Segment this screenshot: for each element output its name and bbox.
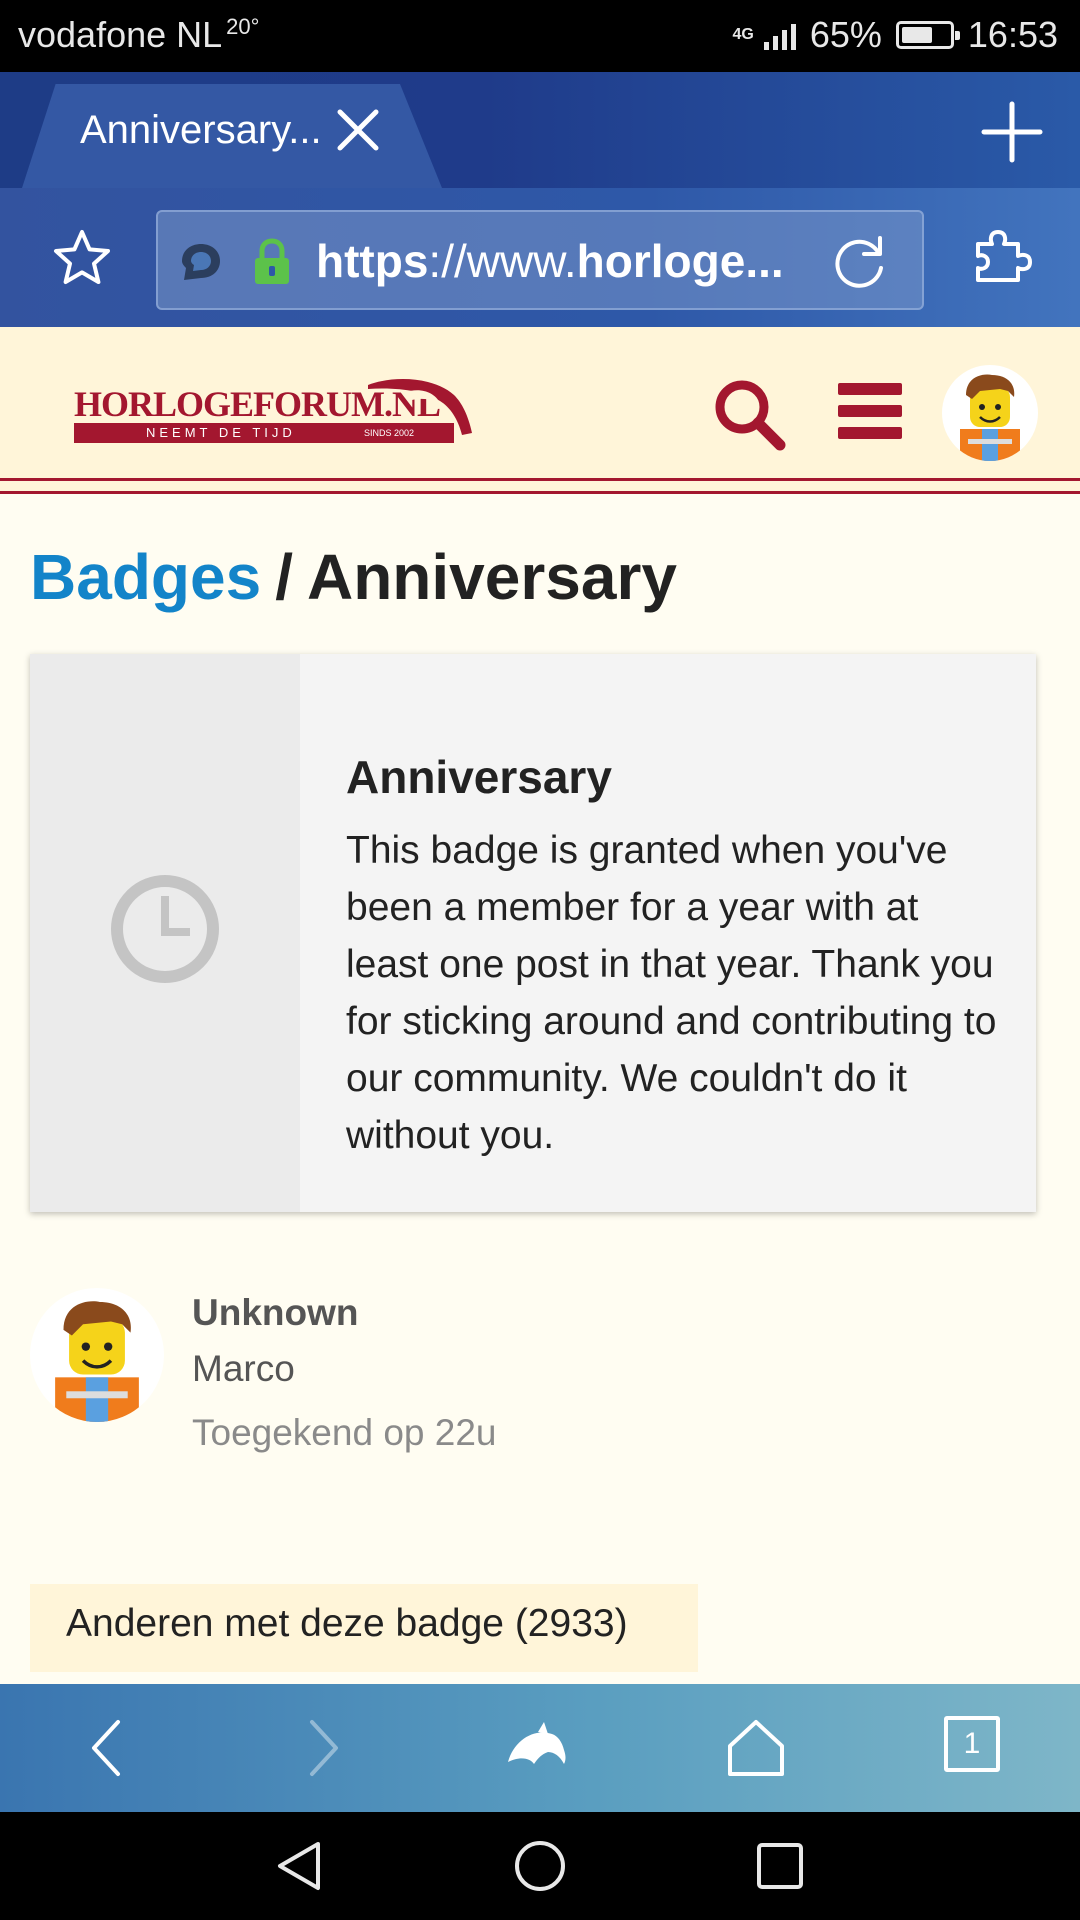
avatar[interactable] (30, 1288, 164, 1422)
nav-home-icon[interactable] (512, 1838, 568, 1894)
hamburger-menu-icon[interactable] (838, 383, 902, 439)
site-chat-icon (182, 244, 220, 280)
clock-time: 16:53 (967, 14, 1058, 55)
user-name-link[interactable]: Marco (192, 1348, 295, 1390)
network-type: 4G (732, 26, 754, 43)
home-icon[interactable] (724, 1716, 788, 1780)
url-scheme: https (316, 235, 429, 287)
bookmark-star-icon[interactable] (50, 226, 114, 290)
lego-avatar-icon (55, 1301, 139, 1422)
lock-icon (255, 238, 289, 284)
new-tab-icon[interactable] (980, 100, 1044, 164)
url-rest: ://www. (428, 235, 577, 287)
url-host: horloge... (576, 235, 784, 287)
carrier-label: vodafone NL 20° (18, 14, 259, 56)
breadcrumb-badges-link[interactable]: Badges (30, 541, 261, 613)
battery-icon (895, 21, 960, 49)
badge-user-entry: Unknown Marco Toegekend op 22u (30, 1284, 1030, 1464)
tab-title[interactable]: Anniversary... (80, 108, 322, 153)
back-icon[interactable] (76, 1716, 140, 1780)
browser-chrome: Anniversary... https://www.horloge... (0, 72, 1080, 327)
logo-tagline: NEEMT DE TIJD (146, 425, 296, 440)
badge-name: Anniversary (346, 751, 612, 803)
tab-switcher-button[interactable]: 1 (944, 1716, 1000, 1772)
dolphin-menu-icon[interactable] (504, 1716, 568, 1780)
lego-avatar-icon (960, 374, 1020, 461)
url-bar[interactable]: https://www.horloge... (156, 210, 924, 310)
site-header: HORLOGEFORUM.NL NEEMT DE TIJD SINDS 2002 (0, 327, 1080, 494)
user-title: Unknown (192, 1292, 359, 1333)
avatar[interactable] (942, 365, 1038, 461)
breadcrumb-current: Anniversary (306, 541, 677, 613)
search-icon[interactable] (712, 377, 786, 451)
browser-bottom-bar: 1 (0, 1684, 1080, 1812)
breadcrumb-separator: / (275, 541, 293, 613)
granted-date: Toegekend op 22u (192, 1412, 497, 1453)
badge-card: Anniversary This badge is granted when y… (30, 654, 1036, 1212)
android-nav-bar (0, 1812, 1080, 1920)
url-text[interactable]: https://www.horloge... (316, 234, 784, 288)
reload-icon[interactable] (828, 232, 890, 294)
battery-percent: 65% (809, 14, 882, 55)
forward-icon[interactable] (290, 1716, 354, 1780)
signal-icon (763, 20, 796, 50)
temperature: 20° (226, 14, 260, 39)
carrier-name: vodafone NL (18, 14, 223, 55)
close-icon[interactable] (336, 108, 380, 152)
site-logo[interactable]: HORLOGEFORUM.NL NEEMT DE TIJD SINDS 2002 (74, 379, 472, 447)
status-bar: vodafone NL 20° 4G 65% 16:53 (0, 0, 1080, 72)
clock-icon (111, 875, 219, 983)
nav-back-icon[interactable] (272, 1838, 328, 1894)
address-toolbar: https://www.horloge... (0, 188, 1080, 327)
nav-recents-icon[interactable] (752, 1838, 808, 1894)
badge-description: This badge is granted when you've been a… (346, 829, 997, 1157)
page-title: Badges / Anniversary (30, 540, 677, 614)
others-with-badge-button[interactable]: Anderen met deze badge (2933) (30, 1584, 698, 1672)
extensions-puzzle-icon[interactable] (970, 224, 1034, 288)
logo-swoosh-icon (368, 379, 472, 435)
badge-icon-panel (30, 654, 300, 1212)
